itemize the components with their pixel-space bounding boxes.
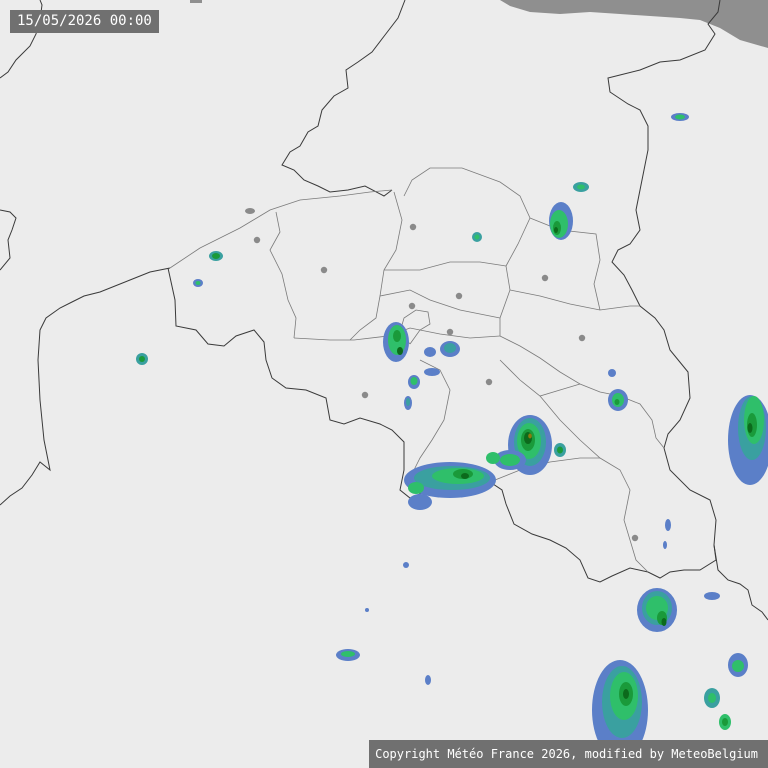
precipitation-cell bbox=[336, 649, 360, 661]
precipitation-cell bbox=[637, 588, 677, 632]
precipitation-cell bbox=[472, 232, 482, 242]
city-marker bbox=[408, 302, 416, 310]
city-marker bbox=[361, 391, 369, 399]
city-marker bbox=[631, 534, 639, 542]
city-marker bbox=[409, 223, 417, 231]
city-marker bbox=[446, 328, 454, 336]
precipitation-cell bbox=[608, 369, 616, 377]
radar-map bbox=[0, 0, 768, 768]
city-marker bbox=[485, 378, 493, 386]
precipitation-cell bbox=[383, 322, 409, 362]
precipitation-cell bbox=[136, 353, 148, 365]
precipitation-cell bbox=[404, 396, 412, 410]
city-marker bbox=[253, 236, 261, 244]
no-data-speck bbox=[190, 0, 202, 3]
precipitation-cell bbox=[245, 208, 255, 214]
precipitation-cell bbox=[209, 251, 223, 261]
precipitation-cell bbox=[573, 182, 589, 192]
timestamp-label: 15/05/2026 00:00 bbox=[10, 10, 159, 33]
copyright-label: Copyright Météo France 2026, modified by… bbox=[369, 740, 768, 768]
precipitation-cell bbox=[608, 389, 628, 411]
precipitation-cell bbox=[549, 202, 573, 240]
precipitation-cell bbox=[193, 279, 203, 287]
city-marker bbox=[541, 274, 549, 282]
city-marker bbox=[578, 334, 586, 342]
city-marker bbox=[455, 292, 463, 300]
precipitation-cell bbox=[671, 113, 689, 121]
city-marker bbox=[320, 266, 328, 274]
